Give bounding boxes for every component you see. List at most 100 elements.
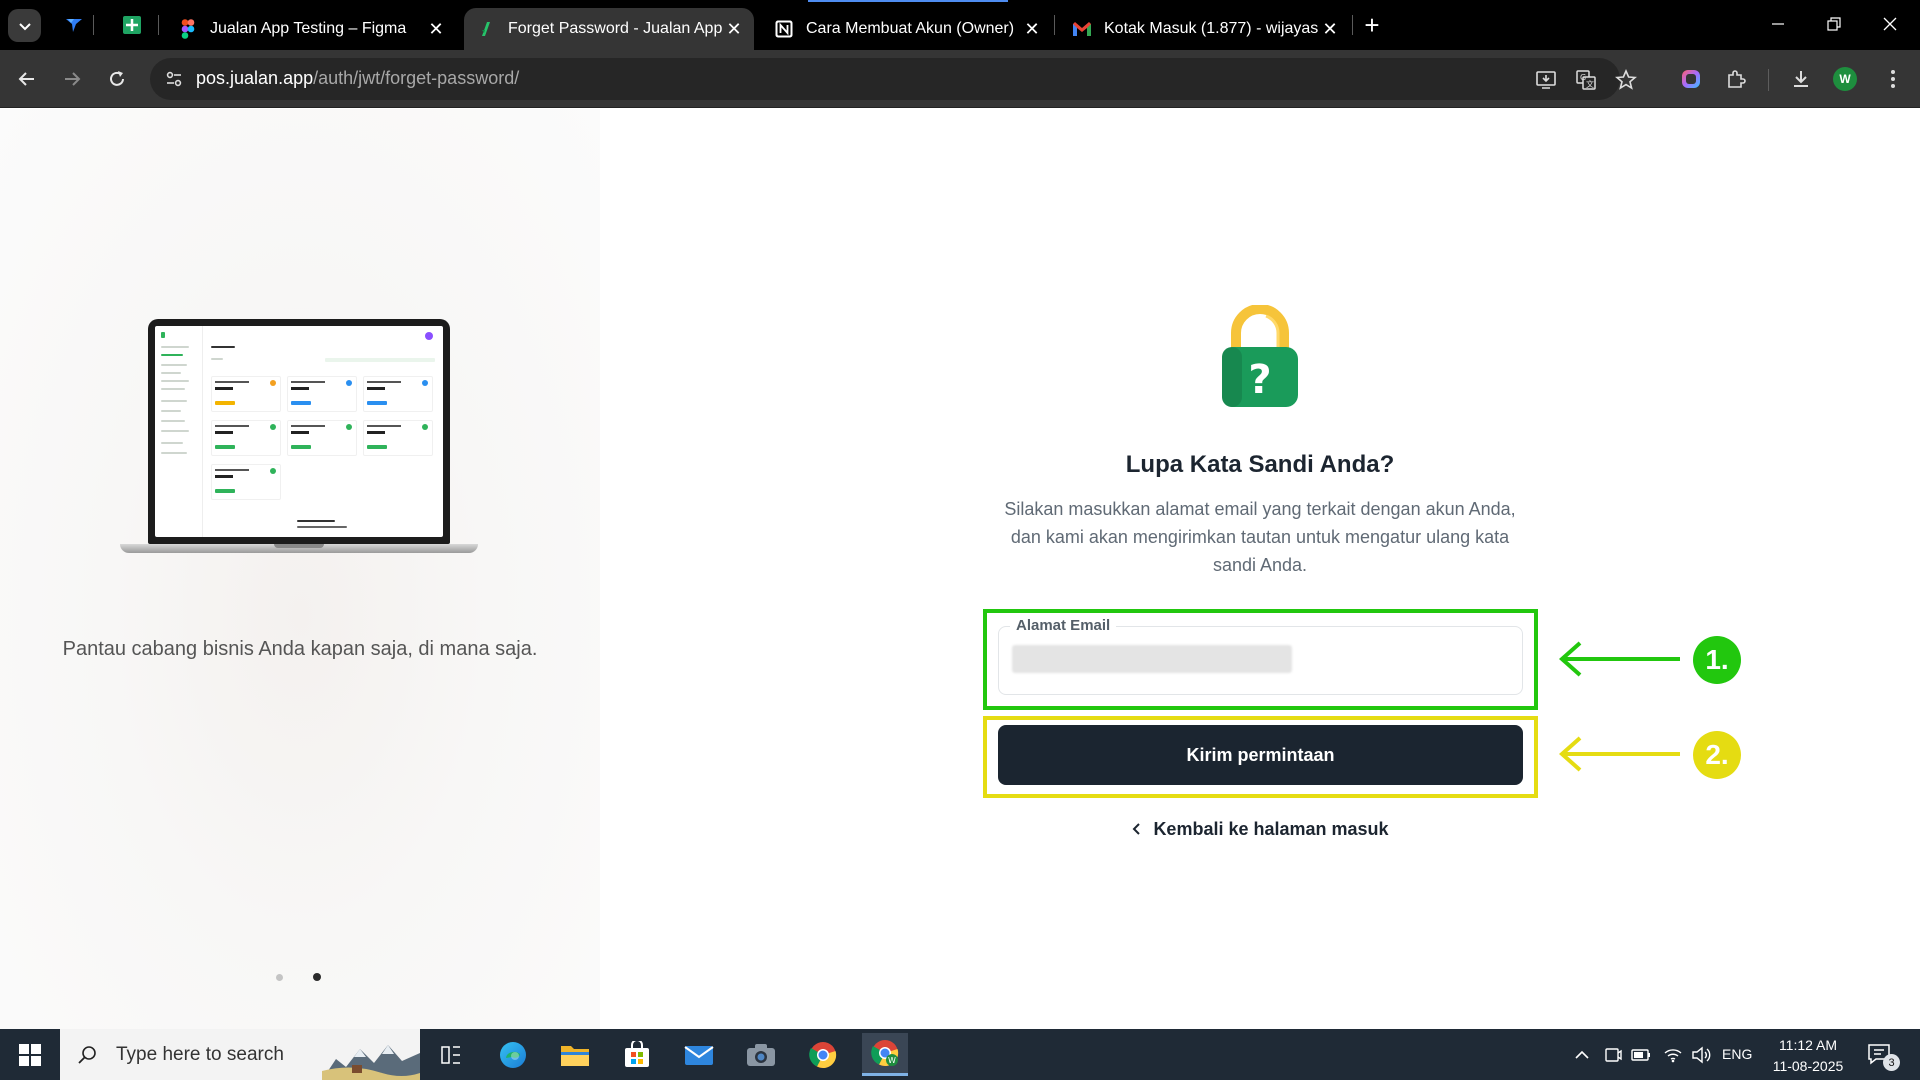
back-to-login-link[interactable]: Kembali ke halaman masuk xyxy=(1130,816,1390,842)
taskbar-search-box[interactable]: Type here to search xyxy=(60,1029,420,1080)
svg-text:W: W xyxy=(888,1056,896,1065)
close-icon[interactable]: ✕ xyxy=(722,17,746,41)
reload-button[interactable] xyxy=(102,64,132,94)
padlock-question-icon: ? xyxy=(1222,305,1298,407)
promo-tagline: Pantau cabang bisnis Anda kapan saja, di… xyxy=(62,638,538,660)
todo-app-icon xyxy=(66,19,82,32)
profile-avatar[interactable]: W xyxy=(1833,67,1857,91)
url-text: pos.jualan.app/auth/jwt/forget-password/ xyxy=(196,68,519,89)
install-app-icon[interactable] xyxy=(1533,67,1559,93)
tab-title: Forget Password - Jualan App xyxy=(508,20,722,37)
carousel-dot-2[interactable] xyxy=(313,973,321,981)
restore-icon xyxy=(1827,17,1841,31)
tab-notion[interactable]: Cara Membuat Akun (Owner) ✕ xyxy=(762,8,1052,50)
close-icon[interactable]: ✕ xyxy=(1318,17,1342,41)
windows-taskbar: Type here to search W ENG 11:12 AM 11-08… xyxy=(0,1029,1920,1080)
clock-time: 11:12 AM xyxy=(1778,1037,1838,1053)
search-icon xyxy=(78,1045,96,1064)
tab-forget-password[interactable]: Forget Password - Jualan App ✕ xyxy=(464,8,754,50)
taskbar-chrome-profile[interactable]: W xyxy=(862,1033,908,1076)
chrome-profile-icon: W xyxy=(871,1040,899,1067)
battery-icon xyxy=(1631,1048,1650,1061)
folder-icon xyxy=(561,1045,589,1066)
browser-menu-icon[interactable] xyxy=(1878,64,1908,94)
loading-indicator xyxy=(808,0,1008,2)
edge-browser-icon xyxy=(500,1041,526,1068)
downloads-icon[interactable] xyxy=(1786,64,1816,94)
close-window-button[interactable] xyxy=(1862,4,1918,44)
extension-color-icon[interactable] xyxy=(1676,64,1706,94)
start-button[interactable] xyxy=(0,1029,60,1080)
new-tab-button[interactable]: + xyxy=(1358,10,1386,40)
url-host: pos.jualan.app xyxy=(196,68,314,88)
taskbar-chrome[interactable] xyxy=(800,1033,846,1076)
meet-now-tray[interactable] xyxy=(1600,1029,1626,1080)
promo-panel: Pantau cabang bisnis Anda kapan saja, di… xyxy=(0,109,600,1029)
address-bar[interactable]: pos.jualan.app/auth/jwt/forget-password/… xyxy=(150,58,1637,100)
tab-separator xyxy=(93,15,94,35)
volume-tray[interactable] xyxy=(1688,1029,1714,1080)
battery-tray[interactable] xyxy=(1628,1029,1654,1080)
submit-request-button[interactable]: Kirim permintaan xyxy=(998,725,1523,785)
annotation-arrow-1 xyxy=(1558,641,1680,677)
reload-icon xyxy=(110,71,124,86)
browser-toolbar: pos.jualan.app/auth/jwt/forget-password/… xyxy=(0,50,1920,108)
restore-button[interactable] xyxy=(1806,4,1862,44)
browser-tab-strip: Jualan App Testing – Figma ✕ Forget Pass… xyxy=(0,0,1920,50)
tab-separator xyxy=(1054,15,1055,35)
input-language[interactable]: ENG xyxy=(1722,1046,1752,1062)
taskbar-mail[interactable] xyxy=(676,1033,722,1076)
tab-search-button[interactable] xyxy=(8,9,41,42)
notification-count-badge: 3 xyxy=(1883,1054,1900,1071)
chevron-left-icon xyxy=(1133,823,1141,835)
annotation-arrow-2 xyxy=(1558,736,1680,772)
notification-center-button[interactable]: 3 xyxy=(1866,1041,1900,1071)
carousel-indicators xyxy=(276,973,321,981)
laptop-illustration xyxy=(120,319,478,559)
site-info-icon[interactable] xyxy=(162,67,186,91)
extensions-puzzle-icon[interactable] xyxy=(1721,64,1751,94)
close-icon[interactable]: ✕ xyxy=(1020,17,1044,41)
pinned-tab-todo[interactable] xyxy=(61,12,87,38)
tab-gmail[interactable]: Kotak Masuk (1.877) - wijayasig ✕ xyxy=(1060,8,1350,50)
forward-button[interactable] xyxy=(57,64,87,94)
windows-logo-icon xyxy=(19,1043,41,1066)
page-title: Lupa Kata Sandi Anda? xyxy=(1125,451,1395,478)
wifi-tray[interactable] xyxy=(1660,1029,1686,1080)
taskbar-camera[interactable] xyxy=(738,1033,784,1076)
svg-text:文: 文 xyxy=(1586,79,1594,89)
close-icon xyxy=(1883,17,1897,31)
taskbar-clock[interactable]: 11:12 AM 11-08-2025 xyxy=(1758,1035,1858,1077)
taskbar-edge[interactable] xyxy=(490,1033,536,1076)
url-path: /auth/jwt/forget-password/ xyxy=(313,68,520,88)
minimize-button[interactable] xyxy=(1750,4,1806,44)
taskbar-file-explorer[interactable] xyxy=(552,1033,598,1076)
mail-icon xyxy=(684,1045,714,1065)
tab-figma[interactable]: Jualan App Testing – Figma ✕ xyxy=(166,8,456,50)
close-icon[interactable]: ✕ xyxy=(424,17,448,41)
email-field-label: Alamat Email xyxy=(1010,617,1117,634)
gmail-icon xyxy=(1072,19,1092,39)
arrow-right-icon xyxy=(65,72,81,86)
tab-title: Kotak Masuk (1.877) - wijayasig xyxy=(1104,20,1318,37)
wifi-icon xyxy=(1664,1048,1682,1062)
laptop-lid xyxy=(148,319,450,544)
show-hidden-icons[interactable] xyxy=(1570,1029,1594,1080)
minimize-icon xyxy=(1772,23,1784,25)
search-highlight-illustration xyxy=(322,1045,420,1080)
carousel-dot-1[interactable] xyxy=(276,973,283,981)
pinned-tab-sheets[interactable] xyxy=(119,12,145,38)
chevron-down-icon xyxy=(18,22,31,30)
back-link-label: Kembali ke halaman masuk xyxy=(1153,818,1389,839)
task-view-button[interactable] xyxy=(428,1033,474,1076)
email-value-redacted xyxy=(1012,645,1292,673)
back-button[interactable] xyxy=(12,64,42,94)
figma-icon xyxy=(178,19,198,39)
device-icon xyxy=(1605,1047,1622,1062)
chevron-up-icon xyxy=(1575,1050,1589,1059)
laptop-notch xyxy=(274,544,324,548)
taskbar-store[interactable] xyxy=(614,1033,660,1076)
bookmark-star-icon[interactable] xyxy=(1613,67,1639,93)
search-placeholder: Type here to search xyxy=(116,1043,284,1065)
translate-icon[interactable]: G文 xyxy=(1573,67,1599,93)
